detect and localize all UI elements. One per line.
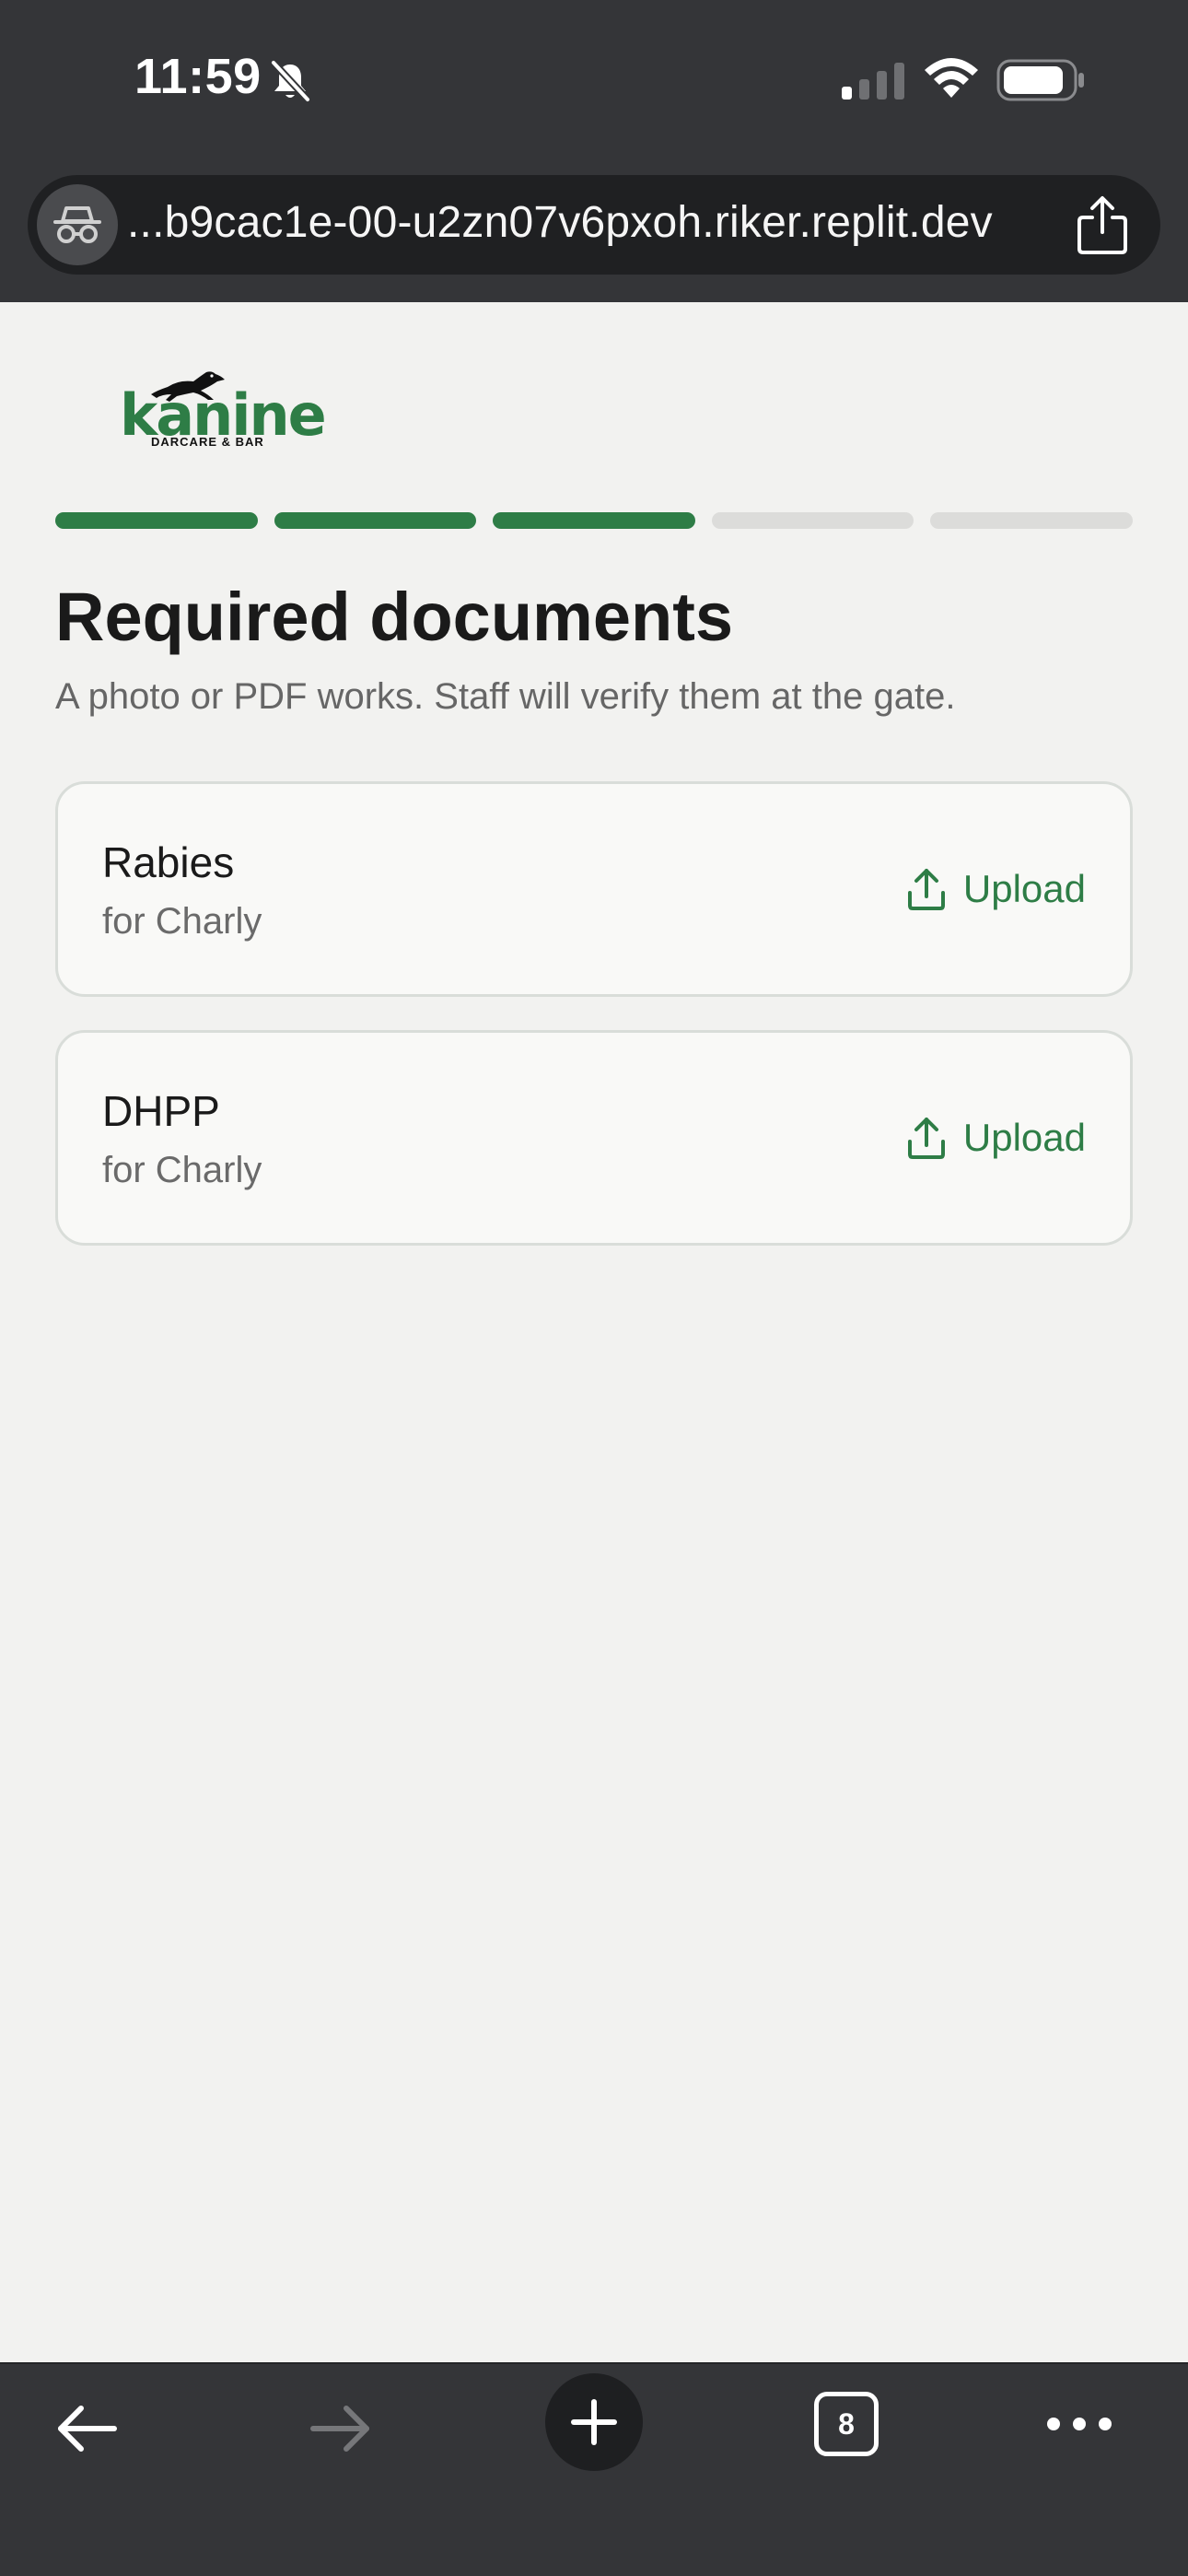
document-card-dhpp: DHPP for Charly Upload [55, 1030, 1133, 1246]
cellular-signal-icon [842, 63, 904, 100]
battery-icon [996, 59, 1084, 101]
url-bar[interactable]: ...b9cac1e-00-u2zn07v6pxoh.riker.replit.… [28, 175, 1160, 275]
progress-step-2 [274, 512, 477, 529]
upload-button[interactable]: Upload [906, 1110, 1086, 1165]
document-card-rabies: Rabies for Charly Upload [55, 781, 1133, 997]
document-name: Rabies [102, 838, 235, 886]
status-time: 11:59 [134, 49, 262, 104]
browser-bottom-toolbar: 8 [0, 2362, 1188, 2576]
more-icon[interactable] [1044, 2401, 1114, 2447]
progress-step-3 [493, 512, 695, 529]
page-title: Required documents [55, 579, 733, 655]
plus-icon [571, 2399, 617, 2445]
upload-label[interactable]: Upload [963, 1116, 1086, 1160]
page-subtitle: A photo or PDF works. Staff will verify … [55, 676, 956, 717]
upload-icon [907, 869, 945, 910]
document-owner: for Charly [102, 901, 262, 942]
tabs-icon[interactable]: 8 [814, 2392, 879, 2456]
upload-label[interactable]: Upload [963, 867, 1086, 911]
back-arrow-icon[interactable] [53, 2395, 120, 2462]
share-icon[interactable] [1074, 195, 1131, 256]
forward-arrow-icon[interactable] [308, 2395, 374, 2462]
progress-step-4 [711, 512, 914, 529]
progress-step-5 [930, 512, 1133, 529]
bell-slash-icon [271, 60, 310, 102]
step-progress-bar [55, 512, 1133, 529]
progress-step-1 [55, 512, 258, 529]
upload-icon [907, 1118, 945, 1159]
brand-tagline: DARCARE & BAR [151, 435, 264, 449]
wifi-icon [925, 58, 978, 98]
url-text[interactable]: ...b9cac1e-00-u2zn07v6pxoh.riker.replit.… [127, 197, 993, 248]
brand-logo: kanine DARCARE & BAR [120, 367, 327, 450]
document-owner: for Charly [102, 1150, 262, 1190]
document-name: DHPP [102, 1087, 220, 1135]
incognito-icon[interactable] [37, 184, 118, 265]
browser-top-chrome: 11:59 ...b9cac1e-00-u2zn07v6pxoh.riker.r… [0, 0, 1188, 302]
new-tab-button[interactable] [545, 2373, 643, 2471]
upload-button[interactable]: Upload [906, 861, 1086, 917]
